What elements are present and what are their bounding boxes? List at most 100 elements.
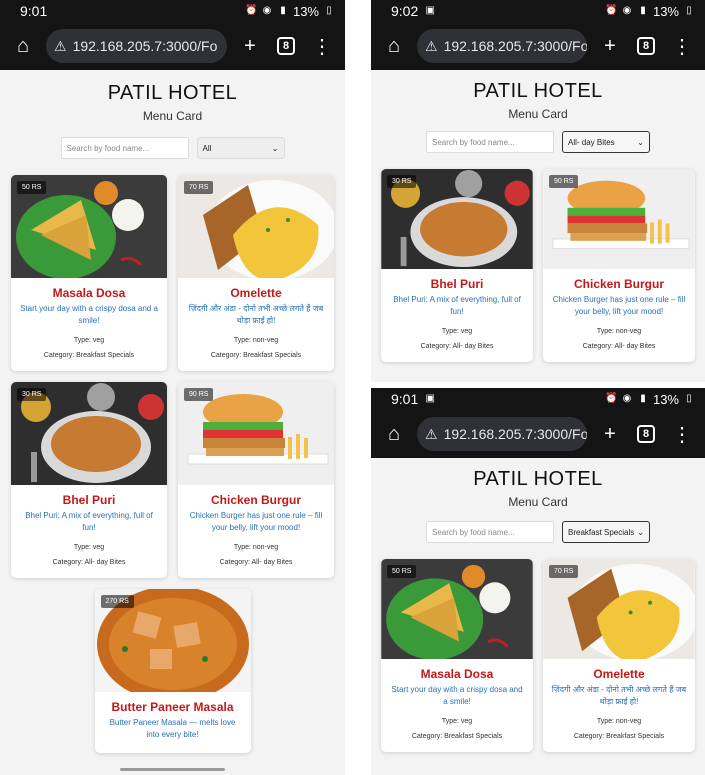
tab-count: 8 [637,425,655,443]
menu-card[interactable]: 70 RS Omelette ज़िंदगी और अंडा - दोनो तभ… [178,175,334,371]
price-badge: 50 RS [387,565,417,578]
category-select[interactable]: Breakfast Specials ⌄ [562,521,650,543]
food-description: Start your day with a crispy dosa and a … [391,685,523,706]
browser-toolbar: ⌂ ⚠ 192.168.205.7:3000/Fo + 8 ⋮ [371,410,705,458]
menu-card[interactable]: 270 RS Butter Paneer Masala Butter Panee… [94,589,251,753]
price-badge: 70 RS [184,181,214,194]
menu-icon[interactable]: ⋮ [669,33,695,59]
food-description: ज़िंदगी और अंडा - दोनो तभी अच्छे लगते है… [188,304,324,325]
address-bar[interactable]: ⚠ 192.168.205.7:3000/Fo [417,417,587,451]
alarm-icon: ⏰ [604,393,618,404]
food-name: Omelette [593,667,645,681]
category-select-value: All [202,143,212,153]
food-image: 70 RS [543,559,695,659]
wifi-icon: ◉ [262,5,272,16]
menu-card[interactable]: 30 RS Bhel Puri Bhel Puri: A mix of ever… [11,382,167,578]
food-name: Omelette [230,286,282,300]
tab-count: 8 [637,37,655,55]
price-badge: 50 RS [17,181,47,194]
home-icon[interactable]: ⌂ [381,33,407,59]
page-title: PATIL HOTEL [473,80,603,102]
chevron-down-icon: ⌄ [637,137,644,147]
tab-switcher-button[interactable]: 8 [273,33,299,59]
food-type: Type: veg [441,328,473,335]
page-title: PATIL HOTEL [107,82,238,104]
chevron-down-icon: ⌄ [637,527,644,537]
filter-controls: All- day Bites ⌄ [371,131,705,153]
food-description: Butter Paneer Masala — melts love into e… [109,718,236,739]
image-icon: ▣ [425,5,435,16]
food-description: ज़िंदगी और अंडा - दोनो तभी अच्छे लगते है… [551,685,687,706]
food-description: Bhel Puri: A mix of everything, full of … [393,295,521,316]
price-badge: 270 RS [100,595,134,608]
address-bar[interactable]: ⚠ 192.168.205.7:3000/Fo [417,29,587,63]
new-tab-icon[interactable]: + [597,33,623,59]
food-category: Category: Breakfast Specials [411,733,503,740]
food-description: Chicken Burger has just one rule – fill … [189,511,323,532]
food-description: Start your day with a crispy dosa and a … [20,304,158,325]
food-name: Masala Dosa [420,667,494,681]
food-category: Category: Breakfast Specials [573,733,665,740]
warning-icon: ⚠ [425,37,438,54]
menu-card[interactable]: 50 RS Masala Dosa Start your day with a … [381,559,533,752]
food-name: Masala Dosa [52,286,126,300]
food-image: 30 RS [11,382,167,485]
menu-card[interactable]: 70 RS Omelette ज़िंदगी और अंडा - दोनो तभ… [543,559,695,752]
alarm-icon: ⏰ [244,5,258,16]
menu-card[interactable]: 50 RS Masala Dosa Start your day with a … [11,175,167,371]
menu-icon[interactable]: ⋮ [669,421,695,447]
food-type: Type: non-veg [233,337,279,344]
tab-switcher-button[interactable]: 8 [633,421,659,447]
clock: 9:01 [391,391,419,407]
alarm-icon: ⏰ [604,5,618,16]
category-select[interactable]: All- day Bites ⌄ [562,131,650,153]
battery-level: 13% [652,3,679,19]
signal-icon: ▮ [280,5,286,16]
food-description: Chicken Burger has just one rule – fill … [552,295,686,316]
url-text: 192.168.205.7:3000/Fo [443,38,587,54]
page-subtitle: Menu Card [142,109,203,123]
page-subtitle: Menu Card [508,107,568,121]
food-image: 90 RS [178,382,334,485]
food-type: Type: veg [441,718,473,725]
menu-page: PATIL HOTEL Menu Card Breakfast Specials… [371,458,705,752]
home-icon[interactable]: ⌂ [381,421,407,447]
chevron-down-icon: ⌄ [271,143,279,153]
signal-icon: ▮ [640,393,646,404]
search-input[interactable] [426,521,554,543]
food-name: Butter Paneer Masala [111,700,234,714]
filter-controls: Breakfast Specials⌄ [371,521,705,543]
battery-level: 13% [652,391,679,407]
status-bar: 9:01 ⏰ ◉ ▮ 13% ▯ [0,0,345,22]
new-tab-icon[interactable]: + [237,33,263,59]
menu-grid: 50 RS Masala Dosa Start your day with a … [0,175,345,753]
food-name: Bhel Puri [430,277,484,291]
menu-icon[interactable]: ⋮ [309,33,335,59]
food-image: 50 RS [381,559,533,659]
menu-card[interactable]: 30 RS Bhel Puri Bhel Puri: A mix of ever… [381,169,533,362]
price-badge: 90 RS [549,175,579,188]
food-category: Category: All- day Bites [582,343,656,350]
category-select-value: Breakfast Specials [568,527,635,537]
food-name: Chicken Burgur [210,493,301,507]
clock: 9:01 [20,3,48,19]
food-image: 270 RS [94,589,251,692]
gesture-bar[interactable] [120,768,225,771]
food-category: Category: Breakfast Specials [210,352,302,359]
url-text: 192.168.205.7:3000/Fo [443,426,587,442]
search-input[interactable] [426,131,554,153]
menu-card[interactable]: 90 RS Chicken Burgur Chicken Burger has … [178,382,334,578]
tab-switcher-button[interactable]: 8 [633,33,659,59]
battery-level: 13% [292,3,319,19]
search-input[interactable] [60,137,189,159]
category-select[interactable]: All ⌄ [196,137,285,159]
food-type: Type: non-veg [596,718,642,725]
menu-card[interactable]: 90 RS Chicken Burgur Chicken Burger has … [543,169,695,362]
battery-icon: ▯ [686,5,692,16]
new-tab-icon[interactable]: + [597,421,623,447]
filter-controls: All ⌄ [0,137,345,159]
price-badge: 30 RS [17,388,47,401]
menu-page: PATIL HOTEL Menu Card All ⌄ 50 RS Masala … [0,70,345,753]
home-icon[interactable]: ⌂ [10,33,36,59]
address-bar[interactable]: ⚠ 192.168.205.7:3000/Fo [46,29,227,63]
